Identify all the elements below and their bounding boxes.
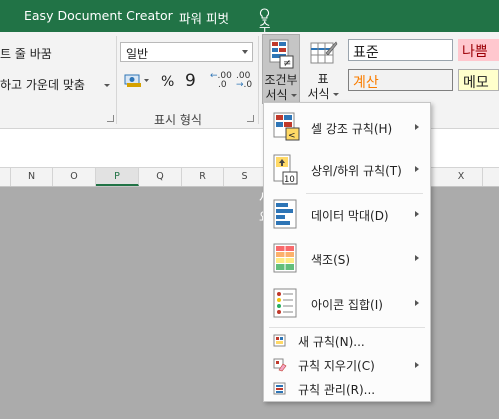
percent-button[interactable]: % — [161, 74, 174, 90]
style-bad[interactable]: 나쁨 — [458, 39, 499, 61]
format-as-table-icon — [310, 41, 338, 64]
icon-sets-icon — [273, 288, 297, 318]
menu-item-label: 규칙 지우기(C) — [298, 359, 375, 373]
submenu-arrow-icon — [415, 255, 419, 261]
column-header-partial[interactable] — [0, 168, 11, 186]
menu-item-new-rule[interactable]: 새 규칙(N)... — [264, 330, 430, 352]
chevron-down-icon — [242, 50, 248, 54]
menu-item-label: 아이콘 집합(I) — [311, 298, 383, 312]
style-normal[interactable]: 표준 — [348, 39, 453, 61]
tab-power-pivot[interactable]: 파워 피벗 — [179, 8, 229, 27]
chevron-down-icon — [290, 94, 297, 97]
conditional-formatting-label-line1: 조건부 — [264, 73, 298, 87]
conditional-formatting-button[interactable]: ≠ 조건부 서식 — [262, 34, 300, 104]
menu-item-label: 새 규칙(N)... — [298, 335, 365, 349]
menu-separator — [269, 327, 425, 328]
svg-text:<: < — [288, 131, 296, 141]
column-header-q[interactable]: Q — [139, 168, 182, 186]
chevron-down-icon — [332, 93, 339, 96]
conditional-formatting-label-line2: 서식 — [263, 88, 299, 103]
column-header-n[interactable]: N — [11, 168, 53, 186]
alignment-launcher-icon[interactable] — [107, 115, 114, 122]
menu-item-color-scales[interactable]: 색조(S) — [264, 240, 430, 278]
wrap-text-button[interactable]: 트 줄 바꿈 — [0, 45, 52, 62]
menu-item-label: 셀 강조 규칙(H) — [311, 122, 393, 136]
inc-decimal-button[interactable]: ←.00.0 — [210, 72, 232, 90]
menu-item-data-bars[interactable]: 데이터 막대(D) — [264, 196, 430, 234]
conditional-formatting-menu: < 셀 강조 규칙(H) 10 상위/하위 규칙(T) 데이터 막대(D) 색조… — [263, 102, 431, 402]
menu-item-label: 데이터 막대(D) — [311, 209, 389, 223]
number-format-value: 일반 — [126, 47, 149, 61]
tab-easy-document-creator[interactable]: Easy Document Creator — [24, 8, 173, 23]
number-format-launcher-icon[interactable] — [247, 115, 254, 122]
submenu-arrow-icon — [415, 362, 419, 368]
svg-text:≠: ≠ — [283, 58, 291, 69]
number-format-select[interactable]: 일반 — [120, 42, 253, 62]
style-note[interactable]: 메모 — [458, 69, 499, 91]
data-bars-icon — [273, 199, 297, 229]
menu-item-clear-rules[interactable]: 규칙 지우기(C) — [264, 354, 430, 376]
column-header-s[interactable]: S — [224, 168, 266, 186]
merge-center-button[interactable]: 하고 가운데 맞춤 — [0, 76, 85, 93]
format-as-table-label-line2: 서식 — [303, 87, 343, 102]
menu-item-label: 규칙 관리(R)... — [298, 383, 376, 397]
menu-item-highlight-cells-rules[interactable]: < 셀 강조 규칙(H) — [264, 109, 430, 147]
submenu-arrow-icon — [415, 124, 419, 130]
submenu-arrow-icon — [415, 211, 419, 217]
dec-decimal-button[interactable]: .00 →.0 — [236, 72, 252, 90]
conditional-formatting-icon: ≠ — [269, 39, 294, 69]
menu-separator — [306, 193, 423, 194]
clear-rules-icon — [273, 358, 287, 372]
color-scales-icon — [273, 243, 297, 273]
menu-item-manage-rules[interactable]: 규칙 관리(R)... — [264, 378, 430, 400]
style-calculation[interactable]: 계산 — [348, 69, 453, 91]
number-group-label: 표시 형식 — [154, 113, 202, 127]
group-separator — [116, 36, 117, 124]
column-header-o[interactable]: O — [53, 168, 96, 186]
menu-item-icon-sets[interactable]: 아이콘 집합(I) — [264, 285, 430, 323]
column-header-p[interactable]: P — [96, 168, 139, 186]
submenu-arrow-icon — [415, 166, 419, 172]
accounting-format-icon[interactable] — [124, 72, 150, 88]
menu-item-top-bottom-rules[interactable]: 10 상위/하위 규칙(T) — [264, 151, 430, 189]
tell-me-box[interactable]: 수행할 작업을 알려 주세요. — [259, 8, 274, 224]
menu-item-label: 상위/하위 규칙(T) — [311, 164, 402, 178]
top-bottom-rules-icon: 10 — [273, 154, 298, 185]
format-as-table-label-line1: 표 — [317, 72, 329, 86]
arrow-right-icon: → — [236, 80, 244, 90]
title-bar: Easy Document Creator 파워 피벗 수행할 작업을 알려 주… — [0, 0, 499, 224]
new-rule-icon — [273, 334, 286, 347]
top-bottom-icon-text: 10 — [284, 175, 295, 185]
merge-dropdown-arrow-icon[interactable] — [104, 84, 110, 87]
menu-item-label: 색조(S) — [311, 253, 351, 267]
column-header-r[interactable]: R — [182, 168, 224, 186]
format-as-table-button[interactable]: 표 서식 — [303, 34, 343, 104]
highlight-cells-rules-icon: < — [273, 112, 300, 141]
manage-rules-icon — [273, 382, 286, 395]
group-separator — [258, 36, 259, 124]
comma-style-button[interactable]: 9 — [185, 71, 196, 91]
submenu-arrow-icon — [415, 300, 419, 306]
column-header-x[interactable]: X — [440, 168, 483, 186]
